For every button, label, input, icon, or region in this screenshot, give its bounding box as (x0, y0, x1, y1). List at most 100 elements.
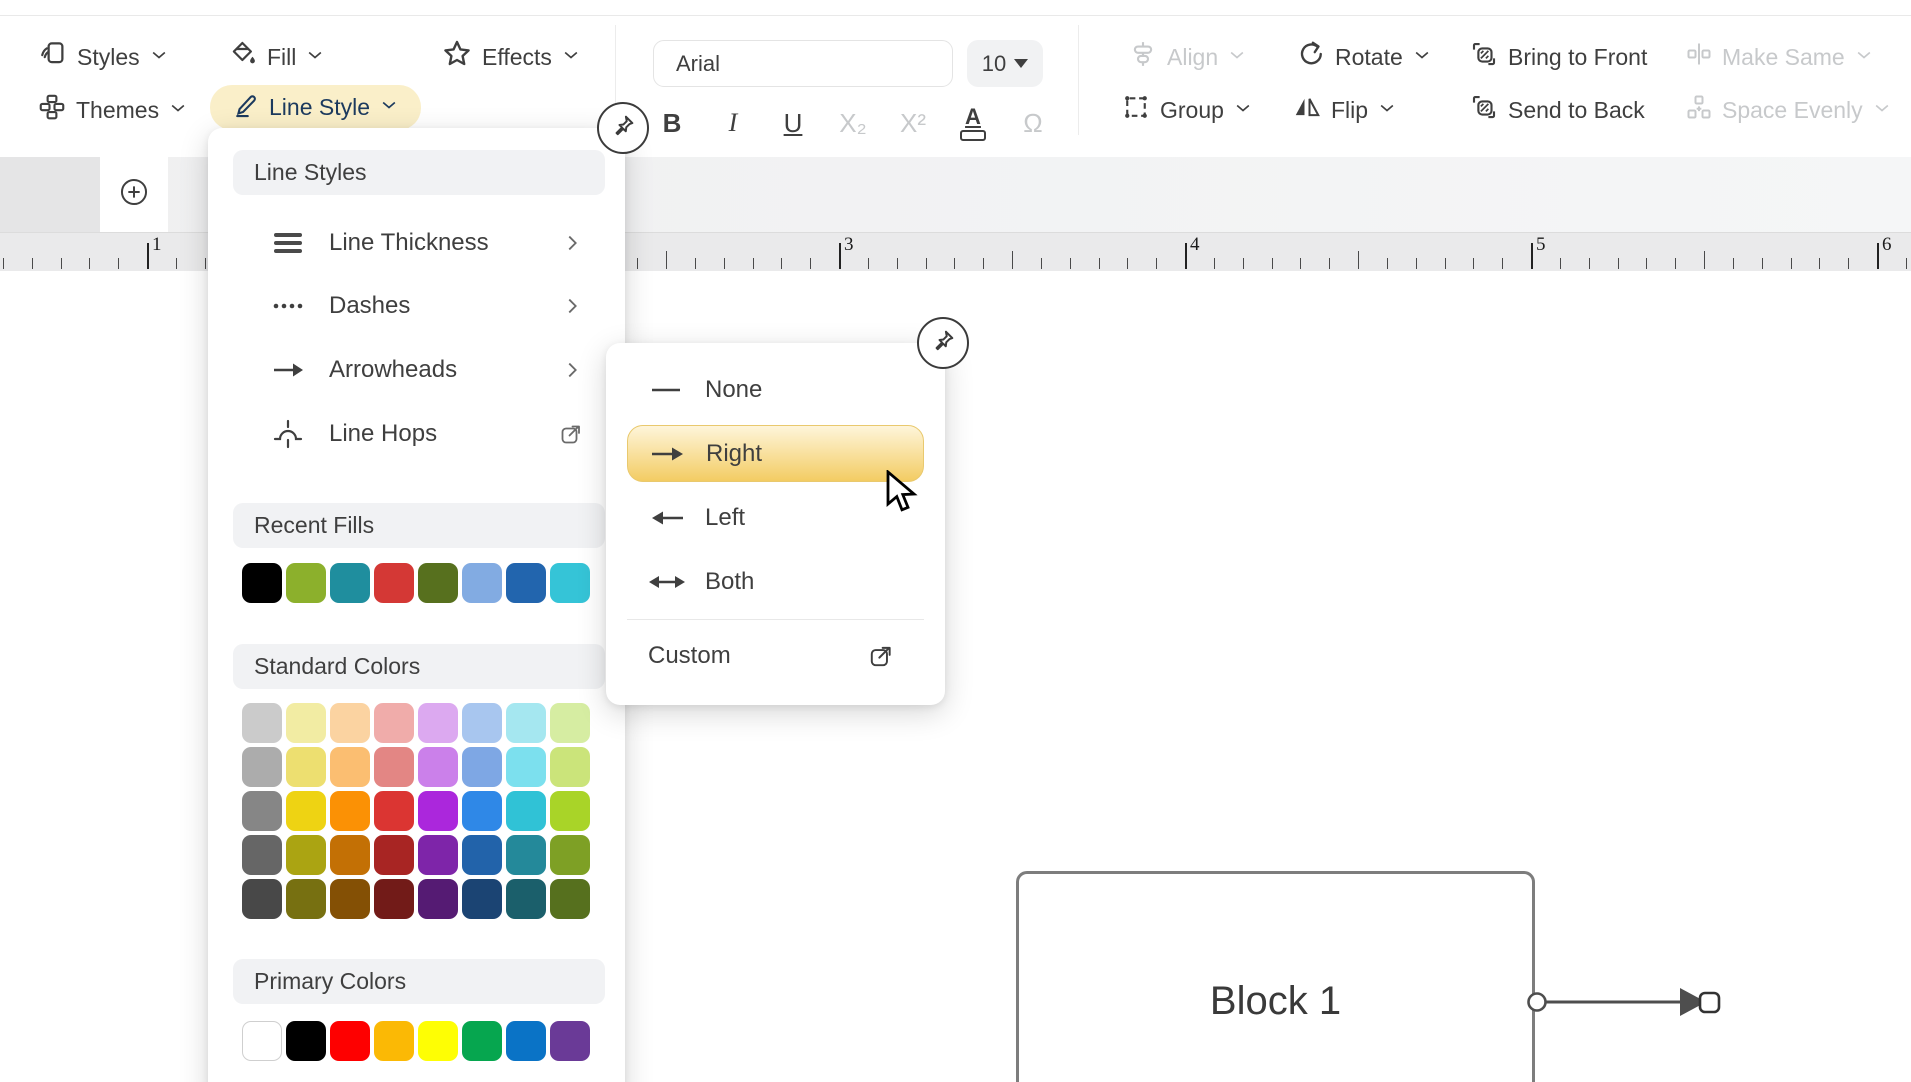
arrowhead-option-both[interactable]: Both (627, 556, 924, 608)
color-swatch[interactable] (550, 791, 590, 831)
bring-to-front-button[interactable]: Bring to Front (1469, 35, 1647, 79)
pin-panel-button[interactable] (597, 102, 649, 154)
line-style-button[interactable]: Line Style (210, 85, 421, 130)
send-to-back-button[interactable]: Send to Back (1469, 88, 1645, 132)
color-swatch[interactable] (374, 791, 414, 831)
bring-to-front-label: Bring to Front (1508, 44, 1647, 71)
color-swatch[interactable] (374, 563, 414, 603)
ruler-tick (89, 258, 90, 269)
color-swatch[interactable] (286, 835, 326, 875)
color-swatch[interactable] (242, 703, 282, 743)
font-size-value: 10 (982, 51, 1006, 77)
tab-strip-corner (0, 157, 100, 232)
color-swatch[interactable] (506, 879, 546, 919)
color-swatch[interactable] (418, 879, 458, 919)
color-swatch[interactable] (286, 563, 326, 603)
color-swatch[interactable] (506, 747, 546, 787)
arrow-left-icon (645, 506, 689, 530)
color-swatch[interactable] (550, 1021, 590, 1061)
color-swatch[interactable] (242, 879, 282, 919)
color-swatch[interactable] (550, 879, 590, 919)
color-swatch[interactable] (374, 703, 414, 743)
color-swatch[interactable] (462, 791, 502, 831)
menu-item-line-hops[interactable]: Line Hops (233, 406, 605, 462)
rotate-button[interactable]: Rotate (1296, 35, 1432, 79)
color-swatch[interactable] (330, 835, 370, 875)
color-swatch[interactable] (242, 747, 282, 787)
connector-line[interactable] (1522, 971, 1732, 1033)
color-swatch[interactable] (462, 1021, 502, 1061)
pin-submenu-button[interactable] (917, 317, 969, 369)
themes-button[interactable]: Themes (37, 88, 188, 132)
italic-button[interactable]: I (710, 101, 756, 145)
color-swatch[interactable] (462, 879, 502, 919)
color-swatch[interactable] (462, 747, 502, 787)
color-swatch[interactable] (242, 1021, 282, 1061)
color-swatch[interactable] (462, 703, 502, 743)
color-swatch[interactable] (286, 879, 326, 919)
group-button[interactable]: Group (1121, 88, 1253, 132)
font-color-button[interactable]: A (950, 101, 996, 145)
arrowhead-option-right[interactable]: Right (627, 425, 924, 482)
color-swatch[interactable] (462, 563, 502, 603)
connector-end-handle[interactable] (1700, 993, 1719, 1012)
menu-item-dashes[interactable]: Dashes (233, 278, 605, 334)
arrowhead-option-left[interactable]: Left (627, 492, 924, 544)
font-family-input[interactable]: Arial (653, 40, 953, 87)
color-swatch[interactable] (550, 703, 590, 743)
font-size-dropdown[interactable]: 10 (967, 40, 1043, 87)
chevron-down-icon (1412, 44, 1432, 71)
menu-item-arrowheads[interactable]: Arrowheads (233, 342, 605, 398)
color-swatch[interactable] (418, 703, 458, 743)
arrowhead-option-custom[interactable]: Custom (627, 630, 924, 682)
color-swatch[interactable] (286, 703, 326, 743)
flip-button[interactable]: Flip (1292, 88, 1397, 132)
styles-label: Styles (77, 44, 140, 71)
color-swatch[interactable] (330, 1021, 370, 1061)
color-swatch[interactable] (506, 835, 546, 875)
color-swatch[interactable] (330, 563, 370, 603)
color-swatch[interactable] (418, 563, 458, 603)
color-swatch[interactable] (418, 835, 458, 875)
color-swatch[interactable] (242, 791, 282, 831)
flip-label: Flip (1331, 97, 1368, 124)
color-swatch[interactable] (286, 747, 326, 787)
menu-item-line-thickness[interactable]: Line Thickness (233, 215, 605, 271)
color-swatch[interactable] (462, 835, 502, 875)
chevron-down-icon (1854, 44, 1874, 71)
color-swatch[interactable] (550, 563, 590, 603)
color-swatch[interactable] (506, 703, 546, 743)
color-swatch[interactable] (374, 747, 414, 787)
shape-block-1[interactable]: Block 1 (1016, 871, 1535, 1082)
color-swatch[interactable] (330, 791, 370, 831)
color-swatch[interactable] (418, 791, 458, 831)
color-swatch[interactable] (242, 563, 282, 603)
underline-button[interactable]: U (770, 101, 816, 145)
color-swatch[interactable] (506, 791, 546, 831)
effects-button[interactable]: Effects (441, 35, 581, 79)
color-swatch[interactable] (550, 747, 590, 787)
star-icon (441, 38, 473, 76)
color-swatch[interactable] (286, 1021, 326, 1061)
primary-colors-header: Primary Colors (233, 959, 605, 1004)
color-swatch[interactable] (418, 747, 458, 787)
arrow-both-icon (645, 570, 689, 594)
color-swatch[interactable] (506, 1021, 546, 1061)
connector-start-handle[interactable] (1529, 994, 1546, 1011)
color-swatch[interactable] (374, 879, 414, 919)
color-swatch[interactable] (374, 1021, 414, 1061)
color-swatch[interactable] (242, 835, 282, 875)
color-swatch[interactable] (418, 1021, 458, 1061)
color-swatch[interactable] (506, 563, 546, 603)
styles-button[interactable]: Styles (38, 35, 169, 79)
color-swatch[interactable] (330, 747, 370, 787)
arrowhead-option-none[interactable]: None (627, 364, 924, 416)
add-page-button[interactable] (100, 157, 168, 232)
color-swatch[interactable] (330, 703, 370, 743)
color-swatch[interactable] (286, 791, 326, 831)
color-swatch[interactable] (374, 835, 414, 875)
fill-button[interactable]: Fill (228, 35, 325, 79)
color-swatch[interactable] (330, 879, 370, 919)
color-swatch[interactable] (550, 835, 590, 875)
bold-button[interactable]: B (649, 101, 695, 145)
